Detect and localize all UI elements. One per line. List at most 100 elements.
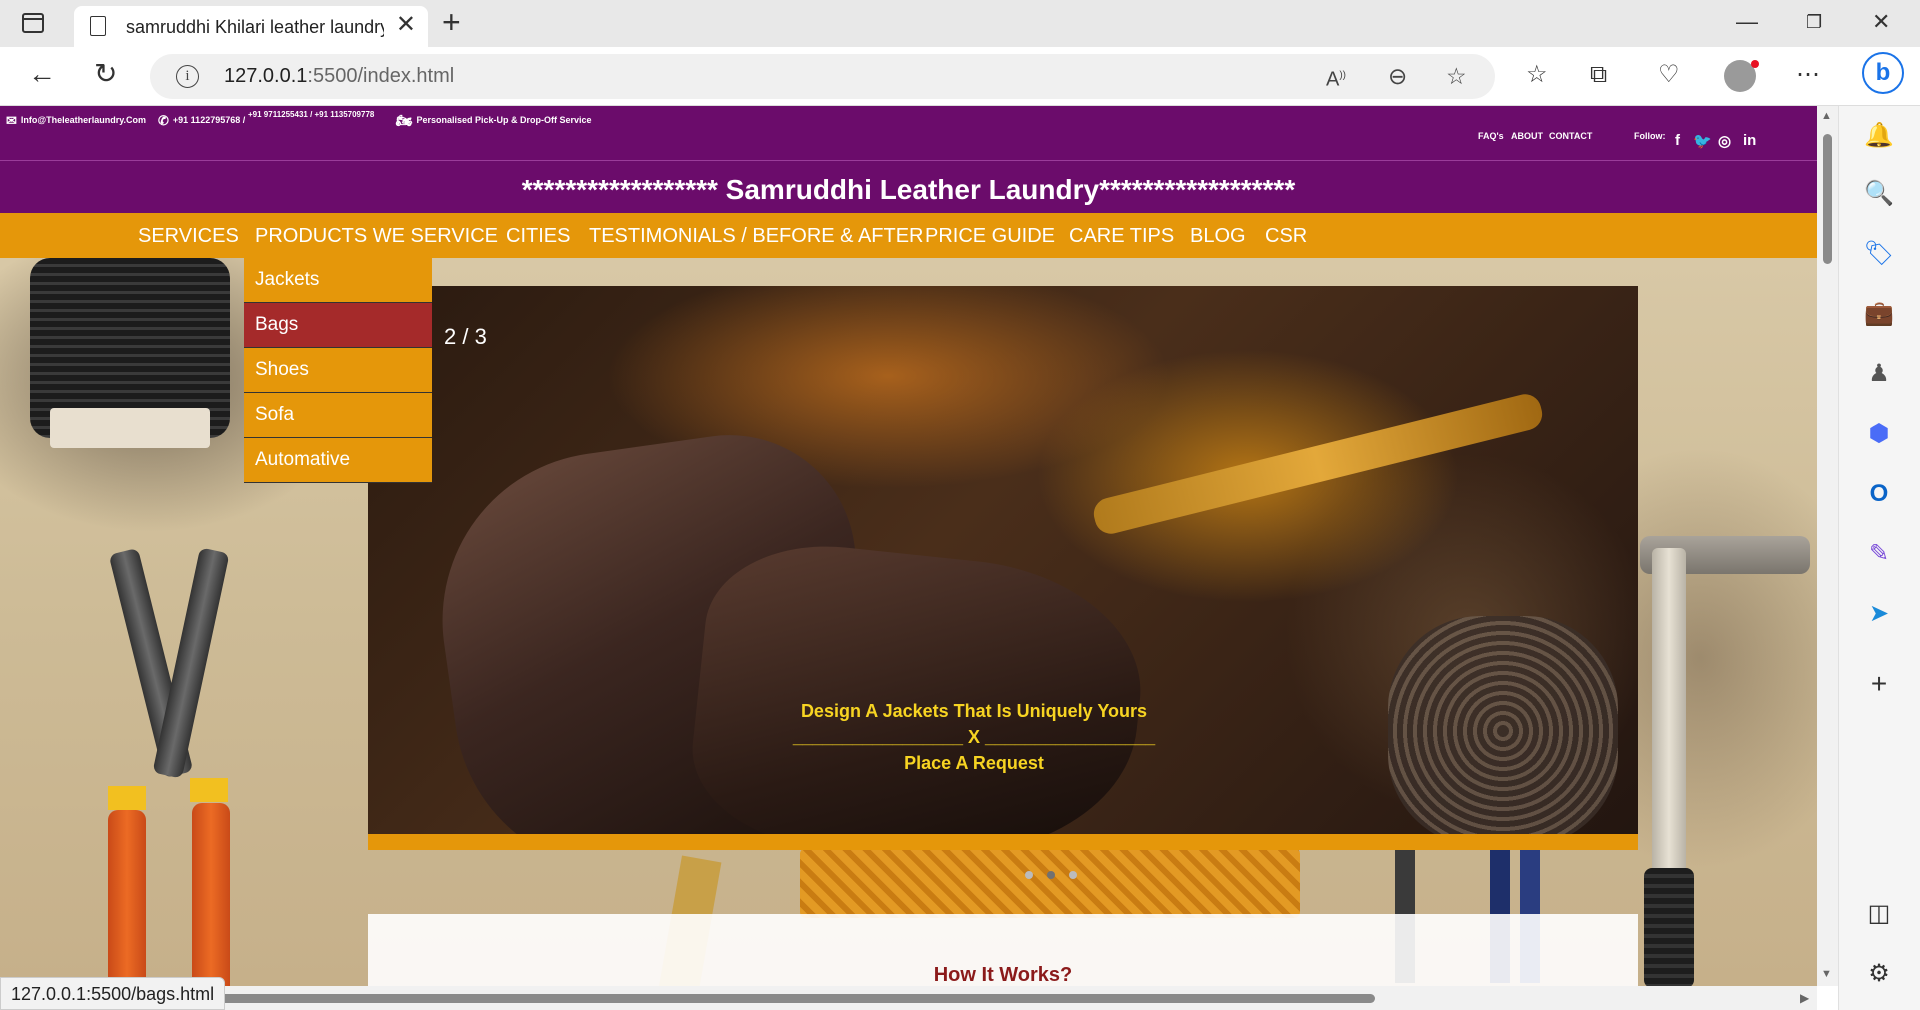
dropdown-item-bags[interactable]: Bags <box>244 303 432 348</box>
browser-essentials-icon[interactable]: ♡ <box>1658 61 1680 89</box>
zoom-out-icon[interactable]: ⊖ <box>1388 63 1407 89</box>
email-contact[interactable]: ✉ Info@Theleatherlaundry.Com <box>6 113 146 129</box>
phone-contact-2[interactable]: +91 9711255431 / +91 1135709778 <box>248 110 374 119</box>
envelope-icon: ✉ <box>6 113 17 128</box>
nav-csr[interactable]: CSR <box>1265 225 1307 248</box>
nav-care-tips[interactable]: CARE TIPS <box>1069 225 1174 248</box>
main-navigation: SERVICES PRODUCTS WE SERVICE CITIES TEST… <box>0 213 1817 258</box>
browser-sidebar: 🔔 🔍 🏷 💼 ♟ ⬢ O ✎ ➤ + ◫ ⚙ <box>1838 106 1920 1010</box>
url-bar[interactable]: i 127.0.0.1:5500/index.html A)) ⊖ ☆ <box>150 54 1495 99</box>
leather-belt-image <box>1090 390 1546 538</box>
slider-dot-3[interactable] <box>1069 871 1077 879</box>
dropdown-item-sofa[interactable]: Sofa <box>244 393 432 438</box>
browser-tab-bar: samruddhi Khilari leather laundry ✕ + — … <box>0 0 1920 47</box>
url-text[interactable]: 127.0.0.1:5500/index.html <box>224 65 454 88</box>
shopping-tag-icon[interactable]: 🏷 <box>1863 238 1895 270</box>
designer-icon[interactable]: ✎ <box>1863 538 1895 570</box>
page-icon <box>90 16 106 36</box>
caption-line-2: _________________ X _________________ <box>792 727 1156 747</box>
slider-dot-1[interactable] <box>1025 871 1033 879</box>
favorites-icon[interactable]: ☆ <box>1526 61 1548 89</box>
restore-button[interactable]: ❐ <box>1806 8 1822 36</box>
web-page: ✉ Info@Theleatherlaundry.Com ✆ +91 1122795… <box>0 106 1817 986</box>
split-screen-icon[interactable]: ◫ <box>1863 898 1895 930</box>
search-icon[interactable]: 🔍 <box>1863 178 1895 210</box>
new-tab-button[interactable]: + <box>442 6 461 38</box>
about-link[interactable]: ABOUT <box>1511 131 1543 141</box>
pliers-band-left <box>108 786 146 810</box>
nav-services[interactable]: SERVICES <box>138 225 239 248</box>
address-toolbar: ← ↻ i 127.0.0.1:5500/index.html A)) ⊖ ☆ … <box>0 47 1920 106</box>
facebook-icon[interactable]: f <box>1675 132 1680 149</box>
nav-products-we-service[interactable]: PRODUCTS WE SERVICE <box>255 225 498 248</box>
leather-boot-image-2 <box>683 533 1153 846</box>
games-chess-icon[interactable]: ♟ <box>1863 358 1895 390</box>
how-it-works-title: How It Works? <box>933 964 1073 986</box>
tab-actions-button[interactable] <box>22 13 44 33</box>
microsoft365-icon[interactable]: ⬢ <box>1863 418 1895 450</box>
hammer-grip-image <box>1644 868 1694 986</box>
notifications-icon[interactable]: 🔔 <box>1863 120 1895 152</box>
phone-contact[interactable]: ✆ +91 1122795768 / <box>158 113 245 129</box>
instagram-icon[interactable]: ◎ <box>1718 132 1731 150</box>
collections-icon[interactable]: ⧉ <box>1590 61 1607 89</box>
dropdown-item-automative[interactable]: Automative <box>244 438 432 483</box>
nav-testimonials[interactable]: TESTIMONIALS / BEFORE & AFTER <box>589 225 924 248</box>
caption-line-3[interactable]: Place A Request <box>764 750 1184 776</box>
contact-link[interactable]: CONTACT <box>1549 131 1592 141</box>
browser-tab-active[interactable]: samruddhi Khilari leather laundry ✕ <box>74 6 428 47</box>
site-header: ****************** Samruddhi Leather Lau… <box>0 160 1817 217</box>
pickup-service[interactable]: 🏍 Personalised Pick-Up & Drop-Off Service <box>396 113 592 129</box>
caption-line-1: Design A Jackets That Is Uniquely Yours <box>800 701 1148 721</box>
link-status-tooltip: 127.0.0.1:5500/bags.html <box>0 977 226 1010</box>
motorbike-icon: 🏍 <box>396 113 413 128</box>
back-icon[interactable]: ← <box>28 59 56 89</box>
window-close-button[interactable]: ✕ <box>1872 8 1890 36</box>
horizontal-scrollbar[interactable]: ▶ <box>0 986 1817 1010</box>
linkedin-icon[interactable]: in <box>1743 132 1756 149</box>
phone-icon: ✆ <box>158 113 169 128</box>
send-icon[interactable]: ➤ <box>1863 598 1895 630</box>
dropdown-item-jackets[interactable]: Jackets <box>244 258 432 303</box>
how-it-works-section: How It Works? <box>368 914 1638 986</box>
tab-title: samruddhi Khilari leather laundry <box>126 17 384 37</box>
scroll-up-arrow-icon[interactable]: ▲ <box>1821 110 1832 122</box>
settings-gear-icon[interactable]: ⚙ <box>1863 958 1895 990</box>
nav-cities[interactable]: CITIES <box>506 225 570 248</box>
refresh-icon[interactable]: ↻ <box>94 59 117 89</box>
pliers-band-right <box>190 778 228 802</box>
site-title: ****************** Samruddhi Leather Lau… <box>521 174 1296 205</box>
scroll-down-arrow-icon[interactable]: ▼ <box>1821 968 1832 980</box>
minimize-button[interactable]: — <box>1736 8 1758 36</box>
woven-leather-image <box>1388 616 1618 846</box>
slider-bottom-bar <box>368 834 1638 850</box>
products-dropdown-menu: Jackets Bags Shoes Sofa Automative <box>244 258 432 483</box>
scroll-right-arrow-icon[interactable]: ▶ <box>1800 991 1809 1005</box>
site-info-icon[interactable]: i <box>176 65 199 88</box>
notification-dot <box>1751 60 1759 68</box>
vertical-scrollbar[interactable]: ▲ ▼ <box>1817 106 1838 986</box>
pliers-handle-right <box>192 803 230 986</box>
slide-caption[interactable]: Design A Jackets That Is Uniquely Yours … <box>764 698 1184 776</box>
tools-briefcase-icon[interactable]: 💼 <box>1863 298 1895 330</box>
slider-dot-2[interactable] <box>1047 871 1055 879</box>
faq-link[interactable]: FAQ's <box>1478 131 1504 141</box>
horizontal-scroll-thumb[interactable] <box>210 994 1375 1003</box>
nav-price-guide[interactable]: PRICE GUIDE <box>925 225 1055 248</box>
slide-counter: 2 / 3 <box>444 324 487 349</box>
more-menu-icon[interactable]: ⋯ <box>1796 61 1820 89</box>
outlook-icon[interactable]: O <box>1863 478 1895 510</box>
pliers-handle-left <box>108 810 146 986</box>
dropdown-item-shoes[interactable]: Shoes <box>244 348 432 393</box>
twitter-icon[interactable]: 🐦 <box>1693 132 1712 150</box>
vertical-scroll-thumb[interactable] <box>1823 134 1832 264</box>
favorite-star-icon[interactable]: ☆ <box>1446 63 1467 89</box>
nav-blog[interactable]: BLOG <box>1190 225 1246 248</box>
read-aloud-icon[interactable]: A)) <box>1326 63 1346 93</box>
top-info-strip: ✉ Info@Theleatherlaundry.Com ✆ +91 1122795… <box>0 106 1817 160</box>
tab-close-icon[interactable]: ✕ <box>396 13 416 37</box>
follow-label: Follow: <box>1634 131 1666 141</box>
copilot-icon[interactable]: b <box>1862 52 1904 94</box>
slider-dots <box>1018 866 1084 884</box>
add-sidebar-app-icon[interactable]: + <box>1863 668 1895 700</box>
